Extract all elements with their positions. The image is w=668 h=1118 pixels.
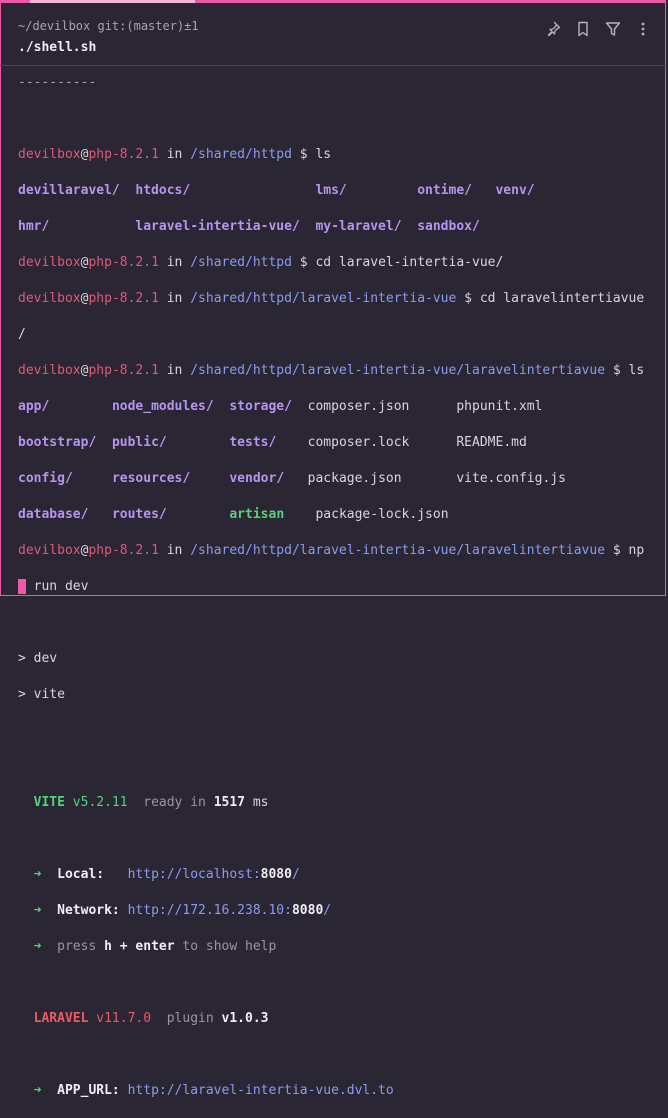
pin-button[interactable]	[544, 20, 562, 38]
ls-output-row: hmr/ laravel-intertia-vue/ my-laravel/ s…	[18, 219, 480, 234]
prompt-line: devilbox@php-8.2.1 in /shared/httpd $ ls	[18, 147, 332, 162]
working-directory: ~/devilbox git:(master)±1	[18, 19, 199, 33]
prompt-line: devilbox@php-8.2.1 in /shared/httpd/lara…	[18, 543, 645, 558]
separator-line: ----------	[18, 75, 97, 90]
network-url-line: ➜ Network: http://172.16.238.10:8080/	[33, 903, 332, 918]
laravel-plugin-line: LARAVEL v11.7.0 plugin v1.0.3	[33, 1011, 269, 1026]
terminal-cursor	[18, 579, 26, 594]
prompt-line: devilbox@php-8.2.1 in /shared/httpd $ cd…	[18, 255, 504, 270]
header-toolbar	[544, 20, 652, 38]
local-url-line: ➜ Local: http://localhost:8080/	[33, 867, 300, 882]
prompt-line: devilbox@php-8.2.1 in /shared/httpd/lara…	[18, 363, 645, 378]
npm-script-line: > vite	[18, 687, 65, 702]
arrow-icon: ➜	[33, 1083, 42, 1098]
arrow-icon: ➜	[33, 939, 42, 954]
more-icon	[641, 22, 645, 36]
npm-script-line: > dev	[18, 651, 58, 666]
terminal-output[interactable]: ---------- devilbox@php-8.2.1 in /shared…	[18, 56, 660, 1118]
ls-output-row: devillaravel/ htdocs/ lms/ ontime/ venv/	[18, 183, 535, 198]
running-command-title: ./shell.sh	[18, 40, 97, 55]
local-url-link[interactable]: http://localhost:8080/	[128, 867, 300, 882]
filter-button[interactable]	[604, 20, 622, 38]
help-line: ➜ press h + enter to show help	[33, 939, 277, 954]
ls-output-row: app/ node_modules/ storage/ composer.jso…	[18, 399, 543, 414]
app-url-link[interactable]: http://laravel-intertia-vue.dvl.to	[128, 1083, 394, 1098]
arrow-icon: ➜	[33, 867, 42, 882]
bookmark-icon	[578, 21, 588, 37]
app-url-line: ➜ APP_URL: http://laravel-intertia-vue.d…	[33, 1083, 394, 1098]
arrow-icon: ➜	[33, 903, 42, 918]
filter-icon	[605, 22, 621, 36]
vite-ready-line: VITE v5.2.11 ready in 1517 ms	[33, 795, 269, 810]
prompt-line: devilbox@php-8.2.1 in /shared/httpd/lara…	[18, 291, 645, 306]
ls-output-row: database/ routes/ artisan package-lock.j…	[18, 507, 449, 522]
more-button[interactable]	[634, 20, 652, 38]
ls-output-row: config/ resources/ vendor/ package.json …	[18, 471, 566, 486]
ls-output-row: bootstrap/ public/ tests/ composer.lock …	[18, 435, 527, 450]
pin-icon	[547, 21, 561, 37]
wrapped-line: m run dev	[18, 579, 89, 594]
network-url-link[interactable]: http://172.16.238.10:8080/	[128, 903, 332, 918]
wrapped-line: /	[18, 327, 26, 342]
bookmark-button[interactable]	[574, 20, 592, 38]
terminal-header: ~/devilbox git:(master)±1 ./shell.sh	[0, 3, 666, 63]
